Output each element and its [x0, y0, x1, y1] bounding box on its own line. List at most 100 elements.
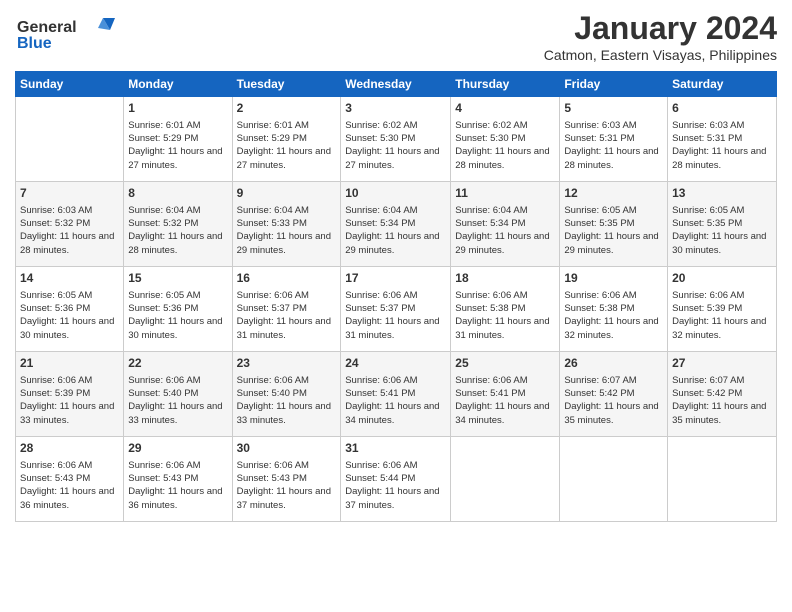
svg-text:Blue: Blue: [17, 35, 52, 52]
day-number: 9: [237, 185, 337, 202]
sunset-text: Sunset: 5:34 PM: [455, 217, 555, 230]
sunset-text: Sunset: 5:32 PM: [20, 217, 119, 230]
col-monday: Monday: [124, 72, 232, 97]
daylight-text: Daylight: 11 hours and 34 minutes.: [345, 400, 446, 427]
sunrise-text: Sunrise: 6:06 AM: [672, 289, 772, 302]
day-number: 26: [564, 355, 663, 372]
calendar-cell: 28 Sunrise: 6:06 AMSunset: 5:43 PMDayligh…: [16, 437, 124, 522]
sunrise-text: Sunrise: 6:03 AM: [564, 119, 663, 132]
col-friday: Friday: [560, 72, 668, 97]
sunrise-text: Sunrise: 6:02 AM: [455, 119, 555, 132]
sunset-text: Sunset: 5:36 PM: [20, 302, 119, 315]
col-saturday: Saturday: [668, 72, 777, 97]
daylight-text: Daylight: 11 hours and 28 minutes.: [455, 145, 555, 172]
sunrise-text: Sunrise: 6:06 AM: [20, 374, 119, 387]
sunset-text: Sunset: 5:33 PM: [237, 217, 337, 230]
calendar-cell: 15Sunrise: 6:05 AMSunset: 5:36 PMDayligh…: [124, 267, 232, 352]
sunrise-text: Sunrise: 6:04 AM: [237, 204, 337, 217]
daylight-text: Daylight: 11 hours and 33 minutes.: [128, 400, 227, 427]
daylight-text: Daylight: 11 hours and 36 minutes.: [20, 485, 119, 512]
calendar-cell: 2Sunrise: 6:01 AMSunset: 5:29 PMDaylight…: [232, 97, 341, 182]
sunset-text: Sunset: 5:42 PM: [564, 387, 663, 400]
day-number: 10: [345, 185, 446, 202]
calendar-week-3: 21Sunrise: 6:06 AMSunset: 5:39 PMDayligh…: [16, 352, 777, 437]
calendar-cell: 26Sunrise: 6:07 AMSunset: 5:42 PMDayligh…: [560, 352, 668, 437]
day-number: 22: [128, 355, 227, 372]
day-number: 2: [237, 100, 337, 117]
calendar-cell: 10Sunrise: 6:04 AMSunset: 5:34 PMDayligh…: [341, 182, 451, 267]
sunset-text: Sunset: 5:38 PM: [455, 302, 555, 315]
sunset-text: Sunset: 5:32 PM: [128, 217, 227, 230]
calendar-cell: 16Sunrise: 6:06 AMSunset: 5:37 PMDayligh…: [232, 267, 341, 352]
sunrise-text: Sunrise: 6:05 AM: [20, 289, 119, 302]
sunset-text: Sunset: 5:35 PM: [672, 217, 772, 230]
sunrise-text: Sunrise: 6:06 AM: [564, 289, 663, 302]
day-number: 16: [237, 270, 337, 287]
calendar-cell: 3Sunrise: 6:02 AMSunset: 5:30 PMDaylight…: [341, 97, 451, 182]
sunrise-text: Sunrise: 6:06 AM: [237, 289, 337, 302]
day-number: 31: [345, 440, 446, 457]
calendar-cell: 23Sunrise: 6:06 AMSunset: 5:40 PMDayligh…: [232, 352, 341, 437]
daylight-text: Daylight: 11 hours and 30 minutes.: [128, 315, 227, 342]
daylight-text: Daylight: 11 hours and 29 minutes.: [237, 230, 337, 257]
daylight-text: Daylight: 11 hours and 32 minutes.: [564, 315, 663, 342]
daylight-text: Daylight: 11 hours and 33 minutes.: [20, 400, 119, 427]
day-number: 1: [128, 100, 227, 117]
daylight-text: Daylight: 11 hours and 35 minutes.: [672, 400, 772, 427]
sunset-text: Sunset: 5:36 PM: [128, 302, 227, 315]
sunrise-text: Sunrise: 6:06 AM: [455, 289, 555, 302]
daylight-text: Daylight: 11 hours and 29 minutes.: [345, 230, 446, 257]
calendar-cell: 13Sunrise: 6:05 AMSunset: 5:35 PMDayligh…: [668, 182, 777, 267]
daylight-text: Daylight: 11 hours and 29 minutes.: [455, 230, 555, 257]
daylight-text: Daylight: 11 hours and 32 minutes.: [672, 315, 772, 342]
sunset-text: Sunset: 5:39 PM: [672, 302, 772, 315]
calendar-cell: 29Sunrise: 6:06 AMSunset: 5:43 PMDayligh…: [124, 437, 232, 522]
day-number: 5: [564, 100, 663, 117]
sunset-text: Sunset: 5:37 PM: [237, 302, 337, 315]
day-number: 18: [455, 270, 555, 287]
sunset-text: Sunset: 5:29 PM: [237, 132, 337, 145]
daylight-text: Daylight: 11 hours and 28 minutes.: [128, 230, 227, 257]
sunrise-text: Sunrise: 6:03 AM: [672, 119, 772, 132]
sunrise-text: Sunrise: 6:05 AM: [672, 204, 772, 217]
sunrise-text: Sunrise: 6:05 AM: [564, 204, 663, 217]
daylight-text: Daylight: 11 hours and 29 minutes.: [564, 230, 663, 257]
col-wednesday: Wednesday: [341, 72, 451, 97]
sunrise-text: Sunrise: 6:06 AM: [20, 459, 119, 472]
logo-icon: General Blue: [15, 10, 125, 55]
day-number: 15: [128, 270, 227, 287]
calendar-week-2: 14Sunrise: 6:05 AMSunset: 5:36 PMDayligh…: [16, 267, 777, 352]
calendar-cell: 21 Sunrise: 6:06 AMSunset: 5:39 PMDayligh…: [16, 352, 124, 437]
day-number: 25: [455, 355, 555, 372]
calendar-cell: 17Sunrise: 6:06 AMSunset: 5:37 PMDayligh…: [341, 267, 451, 352]
sunrise-text: Sunrise: 6:07 AM: [672, 374, 772, 387]
day-number: 28: [20, 440, 119, 457]
sunset-text: Sunset: 5:39 PM: [20, 387, 119, 400]
day-number: 24: [345, 355, 446, 372]
sunset-text: Sunset: 5:37 PM: [345, 302, 446, 315]
calendar-cell: 18 Sunrise: 6:06 AMSunset: 5:38 PMDayligh…: [451, 267, 560, 352]
day-number: 4: [455, 100, 555, 117]
daylight-text: Daylight: 11 hours and 31 minutes.: [455, 315, 555, 342]
sunrise-text: Sunrise: 6:06 AM: [237, 459, 337, 472]
sunrise-text: Sunrise: 6:04 AM: [345, 204, 446, 217]
sunset-text: Sunset: 5:40 PM: [237, 387, 337, 400]
sunrise-text: Sunrise: 6:06 AM: [128, 459, 227, 472]
daylight-text: Daylight: 11 hours and 33 minutes.: [237, 400, 337, 427]
daylight-text: Daylight: 11 hours and 28 minutes.: [564, 145, 663, 172]
day-number: 6: [672, 100, 772, 117]
calendar-cell: 19Sunrise: 6:06 AMSunset: 5:38 PMDayligh…: [560, 267, 668, 352]
day-number: 21: [20, 355, 119, 372]
sunrise-text: Sunrise: 6:02 AM: [345, 119, 446, 132]
day-number: 8: [128, 185, 227, 202]
sunset-text: Sunset: 5:43 PM: [20, 472, 119, 485]
calendar-cell: [16, 97, 124, 182]
calendar-cell: 7Sunrise: 6:03 AMSunset: 5:32 PMDaylight…: [16, 182, 124, 267]
col-thursday: Thursday: [451, 72, 560, 97]
sunset-text: Sunset: 5:43 PM: [128, 472, 227, 485]
day-number: 29: [128, 440, 227, 457]
sunrise-text: Sunrise: 6:06 AM: [345, 374, 446, 387]
day-number: 23: [237, 355, 337, 372]
col-sunday: Sunday: [16, 72, 124, 97]
sunset-text: Sunset: 5:31 PM: [672, 132, 772, 145]
